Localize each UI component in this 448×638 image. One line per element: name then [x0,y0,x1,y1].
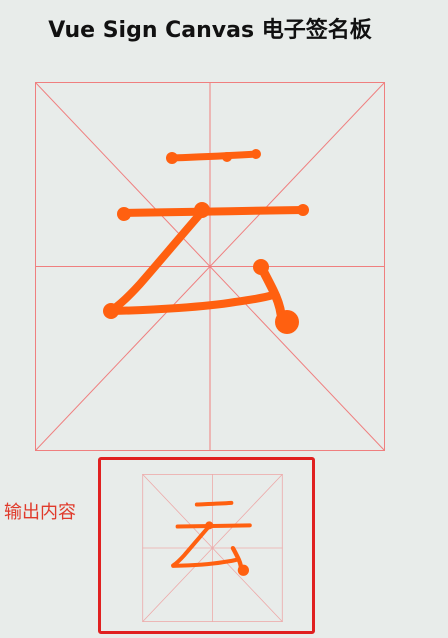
preview-stroke-top-bar [194,500,234,507]
stroke-dot [253,259,269,275]
preview-stroke-diagonal [171,524,211,568]
preview-drawing [142,474,283,622]
output-preview-image [138,474,287,622]
stroke-dot [222,152,232,162]
stroke-dot [275,310,299,334]
stroke-base [108,291,277,315]
stroke-middle-bar [119,206,307,217]
output-preview-frame [98,457,315,634]
preview-stroke-dot [237,564,249,576]
preview-stroke-middle-bar [175,523,252,529]
handwritten-strokes [103,149,309,334]
stroke-dot [117,207,131,221]
page-title: Vue Sign Canvas 电子签名板 [48,18,372,43]
stroke-dot [251,149,261,159]
stroke-dot [103,303,119,319]
signature-drawing [35,82,385,451]
stroke-dot [297,204,309,216]
stroke-top-bar [167,150,261,162]
grid-guides [35,82,385,451]
output-label: 输出内容 [4,502,76,523]
preview-handwritten-strokes [171,500,252,576]
stroke-dot [166,152,178,164]
signature-canvas[interactable] [35,82,385,451]
preview-grid-guides [142,474,283,622]
stroke-diagonal [108,209,205,314]
